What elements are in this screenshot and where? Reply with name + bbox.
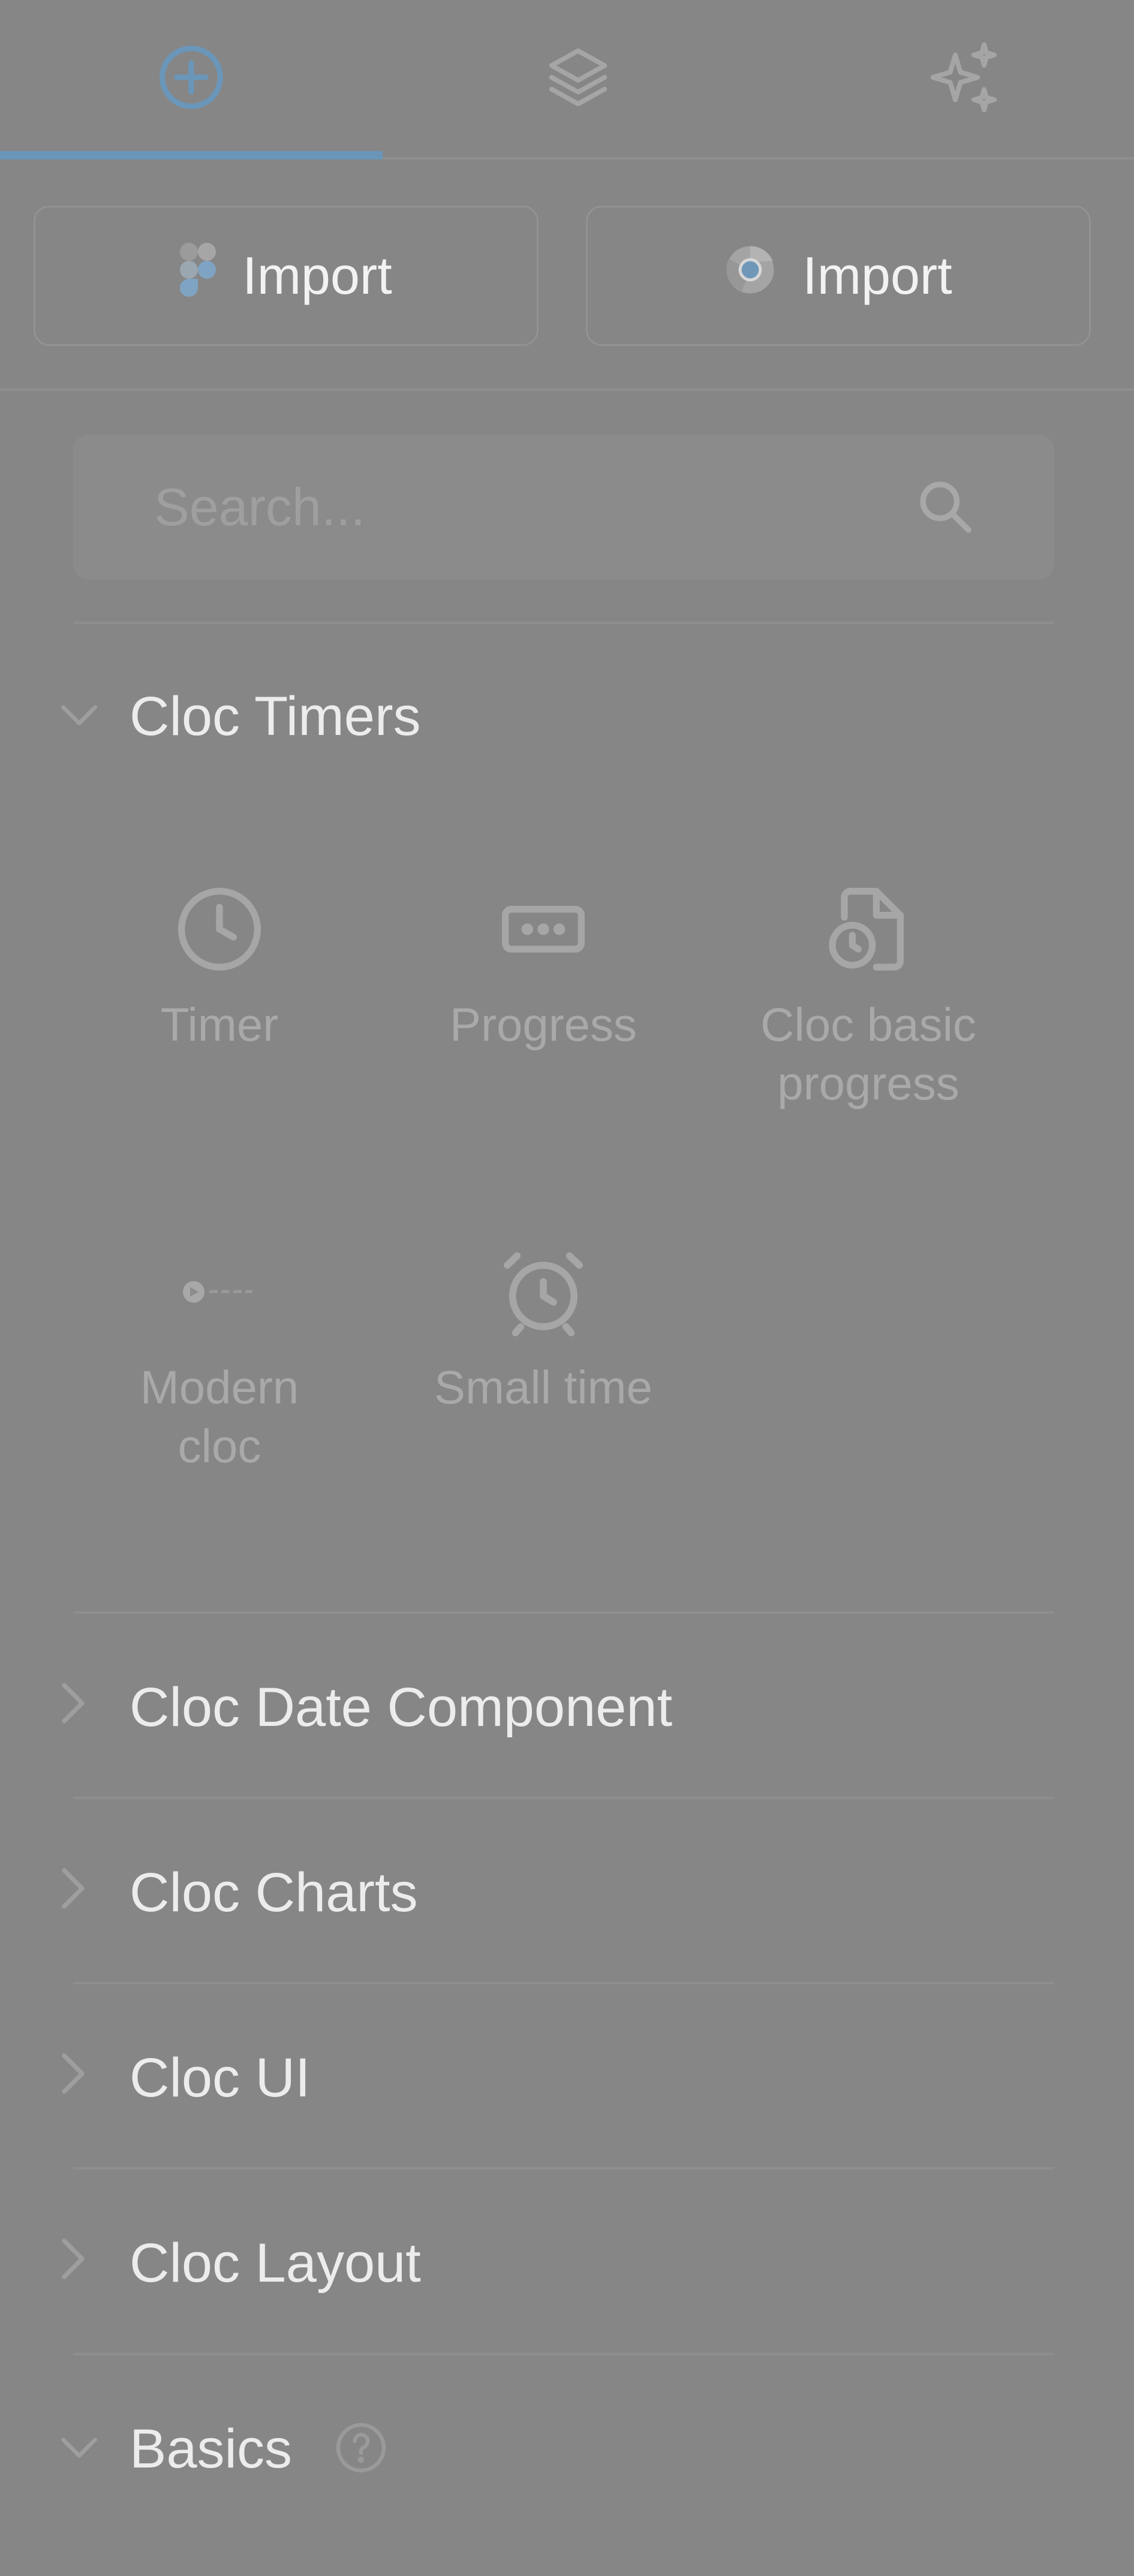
divider <box>73 2353 1054 2355</box>
section-title: Cloc UI <box>130 2047 311 2108</box>
section-title: Cloc Charts <box>130 1862 418 1923</box>
divider <box>0 388 1134 391</box>
import-chrome-button[interactable]: Import <box>586 206 1091 346</box>
tab-ai[interactable] <box>774 0 1134 157</box>
chevron-right-icon <box>55 2047 91 2104</box>
tab-layers[interactable] <box>387 0 769 157</box>
section-basics[interactable]: Basics <box>0 2388 1134 2508</box>
search-placeholder: Search... <box>154 477 366 537</box>
component-progress[interactable]: Progress <box>387 869 699 1054</box>
chevron-down-icon <box>55 2430 103 2469</box>
divider <box>73 1611 1054 1614</box>
figma-icon <box>180 242 216 309</box>
divider <box>73 1982 1054 1984</box>
question-circle-icon[interactable] <box>332 2419 390 2479</box>
alarm-clock-icon <box>494 1232 592 1352</box>
active-tab-indicator <box>0 151 383 159</box>
chrome-icon <box>724 244 776 308</box>
sparkles-icon <box>927 39 1003 119</box>
file-clock-icon <box>820 869 916 989</box>
section-cloc-charts[interactable]: Cloc Charts <box>0 1831 1134 1951</box>
chevron-right-icon <box>55 2232 91 2289</box>
layers-icon <box>543 42 613 116</box>
component-cloc-basic-progress[interactable]: Cloc basic progress <box>712 869 1024 1113</box>
chevron-down-icon <box>55 697 103 736</box>
divider <box>73 622 1054 624</box>
import-figma-label: Import <box>242 246 392 305</box>
ellipsis-box-icon <box>495 869 591 989</box>
tab-add[interactable] <box>0 0 383 157</box>
search-input[interactable]: Search... <box>73 435 1054 580</box>
label-line: Modern <box>140 1361 299 1414</box>
component-label: Progress <box>449 998 637 1051</box>
plus-circle-icon <box>157 43 226 115</box>
component-label: Modern cloc <box>140 1358 299 1475</box>
search-icon[interactable] <box>914 475 976 541</box>
top-tab-bar <box>0 0 1134 161</box>
modern-cloc-thumbnail-icon <box>181 1232 258 1352</box>
section-title: Cloc Timers <box>130 686 421 747</box>
clock-icon <box>172 869 267 989</box>
label-line: progress <box>777 1057 959 1110</box>
section-cloc-ui[interactable]: Cloc UI <box>0 2017 1134 2137</box>
section-cloc-layout[interactable]: Cloc Layout <box>0 2202 1134 2322</box>
section-title: Cloc Date Component <box>130 1677 673 1738</box>
label-line: Cloc basic <box>760 998 976 1051</box>
component-modern-cloc[interactable]: Modern cloc <box>64 1232 375 1475</box>
section-title: Basics <box>130 2418 292 2479</box>
import-chrome-label: Import <box>802 246 952 305</box>
chevron-right-icon <box>55 1861 91 1918</box>
divider <box>73 1797 1054 1799</box>
component-label: Small time <box>434 1361 653 1414</box>
section-cloc-date-component[interactable]: Cloc Date Component <box>0 1646 1134 1766</box>
divider <box>73 2167 1054 2170</box>
chevron-right-icon <box>55 1676 91 1733</box>
component-small-time[interactable]: Small time <box>387 1232 699 1417</box>
section-title: Cloc Layout <box>130 2232 421 2294</box>
section-cloc-timers[interactable]: Cloc Timers <box>0 655 1134 775</box>
label-line: cloc <box>178 1420 261 1472</box>
import-figma-button[interactable]: Import <box>34 206 539 346</box>
component-timer[interactable]: Timer <box>64 869 375 1054</box>
component-label: Cloc basic progress <box>760 995 976 1113</box>
component-label: Timer <box>160 998 279 1051</box>
